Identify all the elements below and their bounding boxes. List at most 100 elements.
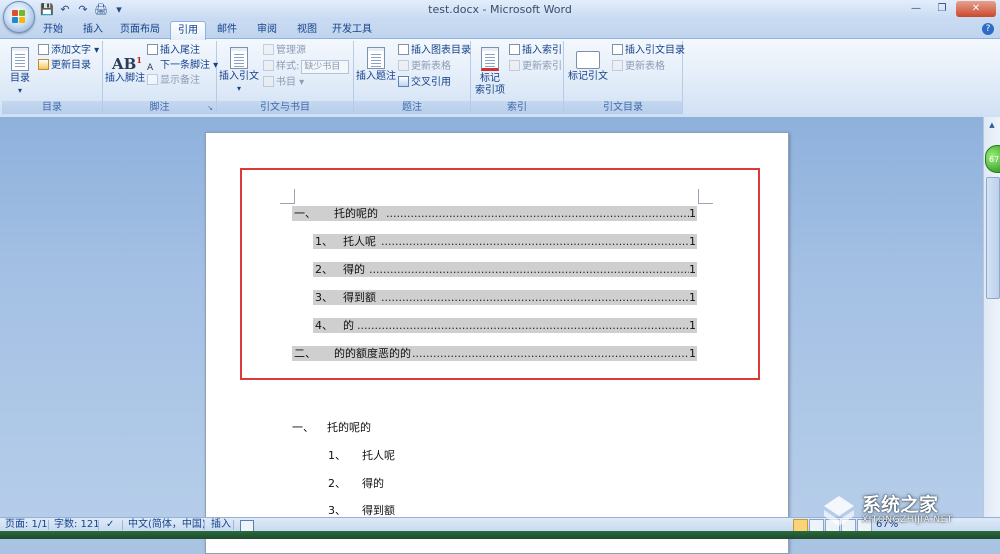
tab-references[interactable]: 引用	[170, 21, 206, 40]
update-toa-button[interactable]: 更新表格	[612, 60, 665, 74]
maximize-button[interactable]: ❐	[930, 1, 954, 17]
insert-toa-label: 插入引文目录	[625, 45, 685, 56]
status-insert-mode[interactable]: 插入	[211, 518, 231, 532]
manage-sources-button[interactable]: 管理源	[263, 44, 306, 58]
insert-caption-button[interactable]: 插入题注	[356, 43, 396, 83]
watermark-url: XITONGZHIJIA.NET	[862, 515, 953, 525]
insert-caption-icon	[367, 47, 385, 69]
group-footnotes-text: 脚注	[149, 102, 170, 113]
group-footnotes-label: 脚注 ↘	[103, 101, 216, 114]
body-heading-text: 得到额	[362, 504, 395, 517]
mark-entry-label-2: 索引项	[475, 85, 505, 96]
cross-reference-label: 交叉引用	[411, 77, 451, 88]
add-text-icon	[38, 44, 49, 55]
ribbon: 目录 ▾ 添加文字 ▾ 更新目录 目录 AB1 插入脚注 插入尾注 A 下一条脚注…	[0, 38, 1000, 118]
group-toc-label: 目录	[2, 101, 102, 114]
tab-review[interactable]: 审阅	[250, 21, 284, 38]
next-footnote-icon: A	[147, 63, 154, 73]
insert-table-of-figures-button[interactable]: 插入图表目录	[398, 44, 471, 58]
update-table-button[interactable]: 更新表格	[398, 60, 451, 74]
group-captions-label: 题注	[354, 101, 470, 114]
group-citations-label: 引文与书目	[217, 101, 353, 114]
office-button[interactable]	[3, 1, 35, 33]
group-toc: 目录 ▾ 添加文字 ▾ 更新目录 目录	[2, 41, 103, 114]
body-heading[interactable]: 1、 托人呢	[328, 449, 448, 463]
status-separator	[48, 520, 49, 530]
insert-footnote-button[interactable]: AB1 插入脚注	[105, 43, 145, 85]
status-separator	[233, 520, 234, 530]
style-value: 缺少书目	[301, 60, 350, 74]
close-button[interactable]: ✕	[956, 1, 996, 17]
toc-button-label: 目录	[10, 73, 30, 84]
status-separator	[122, 520, 123, 530]
scroll-up-icon[interactable]: ▲	[986, 119, 998, 131]
mark-citation-button[interactable]: 标记引文	[568, 43, 608, 83]
insert-citation-button[interactable]: 插入引文 ▾	[219, 43, 259, 95]
tab-developer[interactable]: 开发工具	[328, 21, 376, 38]
status-word-count[interactable]: 字数: 121	[54, 518, 100, 532]
insert-caption-label: 插入题注	[356, 71, 396, 82]
zoom-badge[interactable]: 67	[985, 145, 1000, 173]
body-heading[interactable]: 2、 得的	[328, 477, 448, 491]
update-toc-button[interactable]: 更新目录	[38, 59, 91, 73]
status-page[interactable]: 页面: 1/1	[5, 518, 48, 532]
toc-icon	[11, 47, 29, 71]
tab-insert[interactable]: 插入	[76, 21, 110, 38]
body-heading-number: 一、	[292, 421, 314, 434]
insert-citation-label: 插入引文	[219, 71, 259, 82]
group-captions: 插入题注 插入图表目录 更新表格 交叉引用 题注	[354, 41, 471, 114]
mark-entry-button[interactable]: 标记 索引项	[473, 43, 507, 97]
body-heading-number: 2、	[328, 477, 346, 490]
manage-sources-label: 管理源	[276, 45, 306, 56]
add-text-button[interactable]: 添加文字 ▾	[38, 44, 99, 58]
body-heading-number: 1、	[328, 449, 346, 462]
update-table-icon	[398, 60, 409, 71]
insert-index-icon	[509, 44, 520, 55]
manage-sources-icon	[263, 44, 274, 55]
proofing-icon[interactable]: ✓	[106, 518, 114, 532]
next-footnote-label: 下一条脚注 ▾	[160, 60, 219, 71]
toc-button[interactable]: 目录 ▾	[6, 43, 34, 97]
bibliography-label: 书目 ▾	[276, 77, 305, 88]
insert-toa-button[interactable]: 插入引文目录	[612, 44, 685, 58]
body-heading-text: 托的呢的	[327, 421, 371, 434]
bibliography-button[interactable]: 书目 ▾	[263, 76, 304, 90]
body-heading[interactable]: 3、 得到额	[328, 504, 448, 518]
scrollbar-thumb[interactable]	[986, 177, 1000, 299]
show-notes-label: 显示备注	[160, 75, 200, 86]
mark-entry-icon	[481, 47, 499, 71]
insert-endnote-button[interactable]: 插入尾注	[147, 44, 200, 58]
tab-home[interactable]: 开始	[36, 21, 70, 38]
citation-style-select[interactable]: 样式: 缺少书目	[263, 60, 350, 74]
update-index-button[interactable]: 更新索引	[509, 60, 562, 74]
status-separator	[204, 520, 205, 530]
vertical-scrollbar[interactable]: ▲	[983, 117, 1000, 517]
tab-view[interactable]: 视图	[290, 21, 324, 38]
toc-highlight-frame	[240, 168, 760, 380]
group-index-label: 索引	[471, 101, 563, 114]
insert-endnote-label: 插入尾注	[160, 45, 200, 56]
cross-reference-button[interactable]: 交叉引用	[398, 76, 451, 90]
table-of-figures-icon	[398, 44, 409, 55]
dialog-launcher-icon[interactable]: ↘	[206, 104, 214, 112]
update-toa-label: 更新表格	[625, 61, 665, 72]
insert-table-of-figures-label: 插入图表目录	[411, 45, 471, 56]
insert-footnote-label: 插入脚注	[105, 73, 145, 84]
tab-page-layout[interactable]: 页面布局	[116, 21, 164, 38]
help-icon[interactable]: ?	[982, 23, 994, 35]
update-index-label: 更新索引	[522, 61, 562, 72]
mark-entry-label-1: 标记	[480, 73, 500, 84]
update-toc-label: 更新目录	[51, 60, 91, 71]
mark-citation-label: 标记引文	[568, 71, 608, 82]
insert-index-button[interactable]: 插入索引	[509, 44, 562, 58]
status-language[interactable]: 中文(简体，中国)	[128, 518, 206, 532]
insert-citation-icon	[230, 47, 248, 69]
endnote-icon	[147, 44, 158, 55]
minimize-button[interactable]: —	[904, 1, 928, 17]
tab-mailings[interactable]: 邮件	[210, 21, 244, 38]
body-heading[interactable]: 一、 托的呢的	[292, 421, 412, 435]
add-text-label: 添加文字 ▾	[51, 45, 100, 56]
next-footnote-button[interactable]: A 下一条脚注 ▾	[147, 59, 218, 73]
body-heading-text: 得的	[362, 477, 384, 490]
show-notes-button[interactable]: 显示备注	[147, 74, 200, 88]
